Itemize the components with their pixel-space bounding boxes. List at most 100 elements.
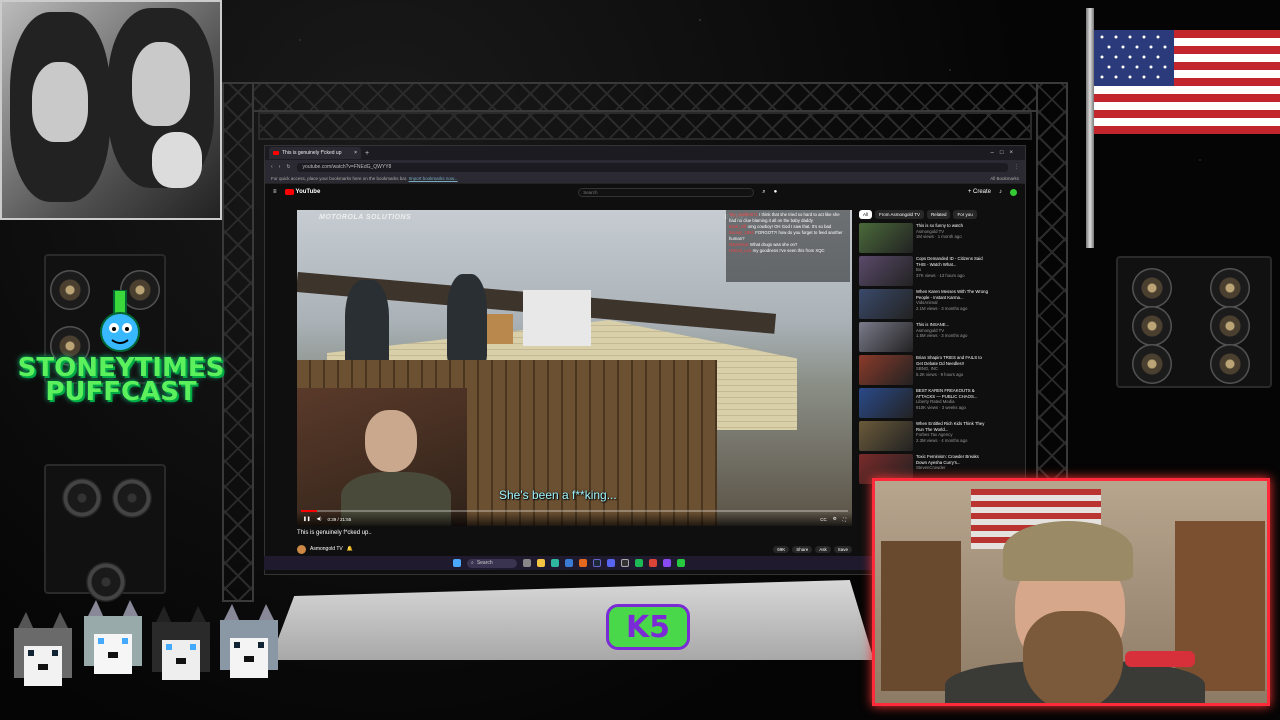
filter-chip[interactable]: For you [953, 210, 977, 219]
window-controls[interactable]: –□× [991, 150, 1025, 156]
search-icon[interactable]: ⌕ [762, 189, 765, 196]
speaker-cone [1210, 344, 1250, 384]
taskbar-search[interactable]: ⌕ Search [467, 558, 517, 568]
video-action-button[interactable]: Save [833, 545, 852, 553]
voice-search-icon[interactable]: ● [774, 189, 778, 195]
chat-username: Bowl_Off [729, 224, 747, 229]
address-field[interactable]: youtube.com/watch?v=FNEdG_QWYY8 [296, 162, 1008, 172]
obs-icon[interactable] [621, 559, 629, 567]
extensions-icon[interactable]: ⋮ [1014, 164, 1019, 170]
video-action-button[interactable]: 69K [773, 545, 790, 553]
edge-icon[interactable] [551, 559, 559, 567]
recommended-views: 37K views · 13 hours ago [916, 272, 965, 278]
spotify-icon[interactable] [635, 559, 643, 567]
settings-gear-icon[interactable]: ⚙ [833, 516, 837, 522]
recommended-views: 5.2K views · 9 hours ago [916, 371, 964, 377]
firefox-icon[interactable] [579, 559, 587, 567]
task-view-icon[interactable] [523, 559, 531, 567]
facecam-head [365, 410, 417, 472]
speaker-cone [86, 562, 126, 602]
video-player[interactable]: MOTOROLA SOLUTIONS 03/16/2 Tay_Swiftie87… [297, 210, 852, 526]
app-icon[interactable] [663, 559, 671, 567]
recommended-video[interactable]: BEST KAREN FREAKOUTS & ATTACKS — PUBLIC … [859, 388, 989, 419]
recommended-video[interactable]: When Karen Messes With The Wrong People … [859, 289, 989, 320]
browser-tab-bar: This is genuinely f*cked up × + –□× [265, 146, 1025, 160]
hamburger-menu-icon[interactable]: ≡ [273, 189, 277, 195]
chrome-icon[interactable] [649, 559, 657, 567]
video-thumbnail[interactable] [859, 355, 913, 385]
browser-tab[interactable]: This is genuinely f*cked up × [269, 147, 361, 159]
recommended-views: 1.5M views · 3 months ago [916, 333, 968, 338]
husky-pixel-icon [84, 600, 142, 674]
captions-icon[interactable]: CC [820, 517, 827, 522]
forward-icon[interactable]: › [279, 164, 281, 170]
notifications-icon[interactable]: ♪ [999, 189, 1002, 195]
import-bookmarks-link[interactable]: Import bookmarks now... [409, 176, 458, 181]
avatar[interactable] [1010, 188, 1017, 196]
recommended-title[interactable]: Toxic Feminism: Crowder Breaks Down Ayes… [916, 454, 989, 465]
chat-message: Tay_Swiftie871 I think that she tried so… [729, 212, 847, 224]
discord-icon[interactable] [607, 559, 615, 567]
chat-message: Hotrod_Lee my goodness I've seen this fr… [729, 248, 847, 254]
file-explorer-icon[interactable] [537, 559, 545, 567]
app-icon[interactable] [677, 559, 685, 567]
speaker-cone [1132, 344, 1172, 384]
recommended-video[interactable]: Cops Demanded ID - Citizens Said THIS - … [859, 256, 989, 287]
pause-icon[interactable]: ❚❚ [303, 516, 311, 522]
youtube-search-input[interactable]: Search [578, 187, 755, 197]
video-action-button[interactable]: Share [792, 545, 813, 553]
recommended-title[interactable]: When Entitled Rich Kids Think They Run T… [916, 421, 989, 432]
volume-icon[interactable]: ◀) [317, 516, 322, 522]
stage-truss-right [1036, 82, 1068, 482]
video-meta: Brian Shapiro TRIES and FAILS to Get Deb… [916, 355, 989, 386]
video-thumbnail[interactable] [859, 322, 913, 352]
channel-avatar[interactable] [297, 544, 306, 554]
video-thumbnail[interactable] [859, 289, 913, 319]
channel-row: Asmongold TV 🔔 69K Share Ask Save [297, 542, 852, 556]
steam-icon[interactable] [593, 559, 601, 567]
close-tab-icon[interactable]: × [354, 150, 357, 156]
recommended-video[interactable]: Brian Shapiro TRIES and FAILS to Get Deb… [859, 355, 989, 386]
reload-icon[interactable]: ↻ [286, 164, 290, 170]
recommended-video[interactable]: When Entitled Rich Kids Think They Run T… [859, 421, 989, 452]
new-tab-icon[interactable]: + [365, 150, 369, 157]
video-thumbnail[interactable] [859, 388, 913, 418]
fullscreen-icon[interactable]: ⛶ [843, 517, 846, 522]
speaker-cone [1210, 306, 1250, 346]
filter-chip[interactable]: All [859, 210, 873, 219]
video-meta: This is so funny to watch Asmongold TV 1M … [916, 223, 989, 254]
recommended-video[interactable]: This is INSANE... Asmongold TV 1.5M views … [859, 322, 989, 353]
recommended-title[interactable]: BEST KAREN FREAKOUTS & ATTACKS — PUBLIC … [916, 388, 989, 399]
windows-start-icon[interactable] [453, 559, 461, 567]
youtube-logo-text: YouTube [295, 189, 321, 195]
store-icon[interactable] [565, 559, 573, 567]
all-bookmarks-button[interactable]: All Bookmarks [990, 176, 1019, 181]
bell-icon[interactable]: 🔔 [347, 546, 353, 552]
chat-username: Bootsy_1981 [729, 230, 755, 235]
video-action-button[interactable]: Ask [815, 545, 831, 553]
chat-username: Tay_Swiftie871 [729, 212, 758, 217]
stage-truss-upper [258, 112, 1032, 140]
bookmarks-bar: For quick access, place your bookmarks h… [265, 174, 1025, 184]
chat-text: my goodness I've seen this from XQC [752, 248, 825, 253]
filter-chip[interactable]: Related [926, 210, 951, 219]
back-icon[interactable]: ‹ [271, 164, 273, 170]
recommended-list: This is so funny to watch Asmongold TV 1M … [859, 223, 989, 485]
photo-face [132, 42, 190, 126]
recommended-title[interactable]: Cops Demanded ID - Citizens Said THIS - … [916, 256, 989, 267]
recommended-title[interactable]: When Karen Messes With The Wrong People … [916, 289, 989, 300]
channel-name[interactable]: Asmongold TV [310, 546, 343, 552]
video-title: This is genuinely f*cked up.. [297, 530, 372, 536]
video-thumbnail[interactable] [859, 256, 913, 286]
create-button[interactable]: + Create [968, 189, 991, 195]
video-thumbnail[interactable] [859, 421, 913, 451]
flag-pole [1086, 8, 1094, 248]
filter-chip[interactable]: From Asmongold TV [875, 210, 924, 219]
chat-username: Ravenfear [729, 242, 749, 247]
youtube-logo[interactable]: YouTube [284, 189, 321, 195]
recommended-video[interactable]: This is so funny to watch Asmongold TV 1M … [859, 223, 989, 254]
recommended-views: 2.1M views · 3 months ago [916, 305, 968, 311]
video-thumbnail[interactable] [859, 223, 913, 253]
video-scene-person [447, 274, 487, 364]
recommended-title[interactable]: Brian Shapiro TRIES and FAILS to Get Deb… [916, 355, 989, 366]
